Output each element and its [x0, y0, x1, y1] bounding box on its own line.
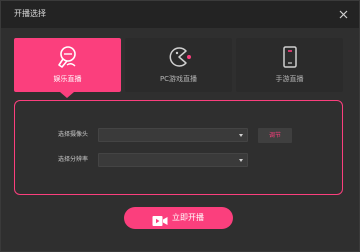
adjust-button[interactable]: 调节 [258, 128, 292, 143]
resolution-label: 选择分辨率 [58, 156, 89, 163]
chevron-down-icon [239, 159, 243, 162]
settings-panel: 选择摄像头 调节 选择分辨率 [14, 100, 343, 195]
active-tab-pointer [60, 92, 74, 98]
pacman-icon [166, 44, 192, 70]
tab-pc-game[interactable]: PC游戏直播 [125, 38, 232, 92]
tab-label: 娱乐直播 [53, 75, 82, 83]
start-broadcast-label: 立即开播 [172, 213, 204, 222]
microphone-icon [55, 44, 81, 70]
tab-label: 手游直播 [275, 75, 304, 83]
window-title: 开播选择 [14, 9, 46, 18]
video-camera-icon [152, 212, 168, 226]
resolution-select[interactable] [98, 153, 248, 167]
tab-mobile-game[interactable]: 手游直播 [236, 38, 343, 92]
title-bar: 开播选择 [1, 1, 359, 28]
tab-label: PC游戏直播 [159, 75, 198, 83]
mobile-phone-icon [277, 44, 303, 70]
dialog-window: 开播选择 娱乐直播 PC游戏直播 手游直播 选择摄像头 调节 选择分辨率 立即开… [0, 0, 360, 252]
tab-entertainment[interactable]: 娱乐直播 [14, 38, 121, 92]
close-icon[interactable] [337, 8, 350, 21]
camera-label: 选择摄像头 [58, 131, 89, 138]
start-broadcast-button[interactable]: 立即开播 [124, 207, 233, 229]
chevron-down-icon [239, 134, 243, 137]
camera-select[interactable] [98, 128, 248, 142]
